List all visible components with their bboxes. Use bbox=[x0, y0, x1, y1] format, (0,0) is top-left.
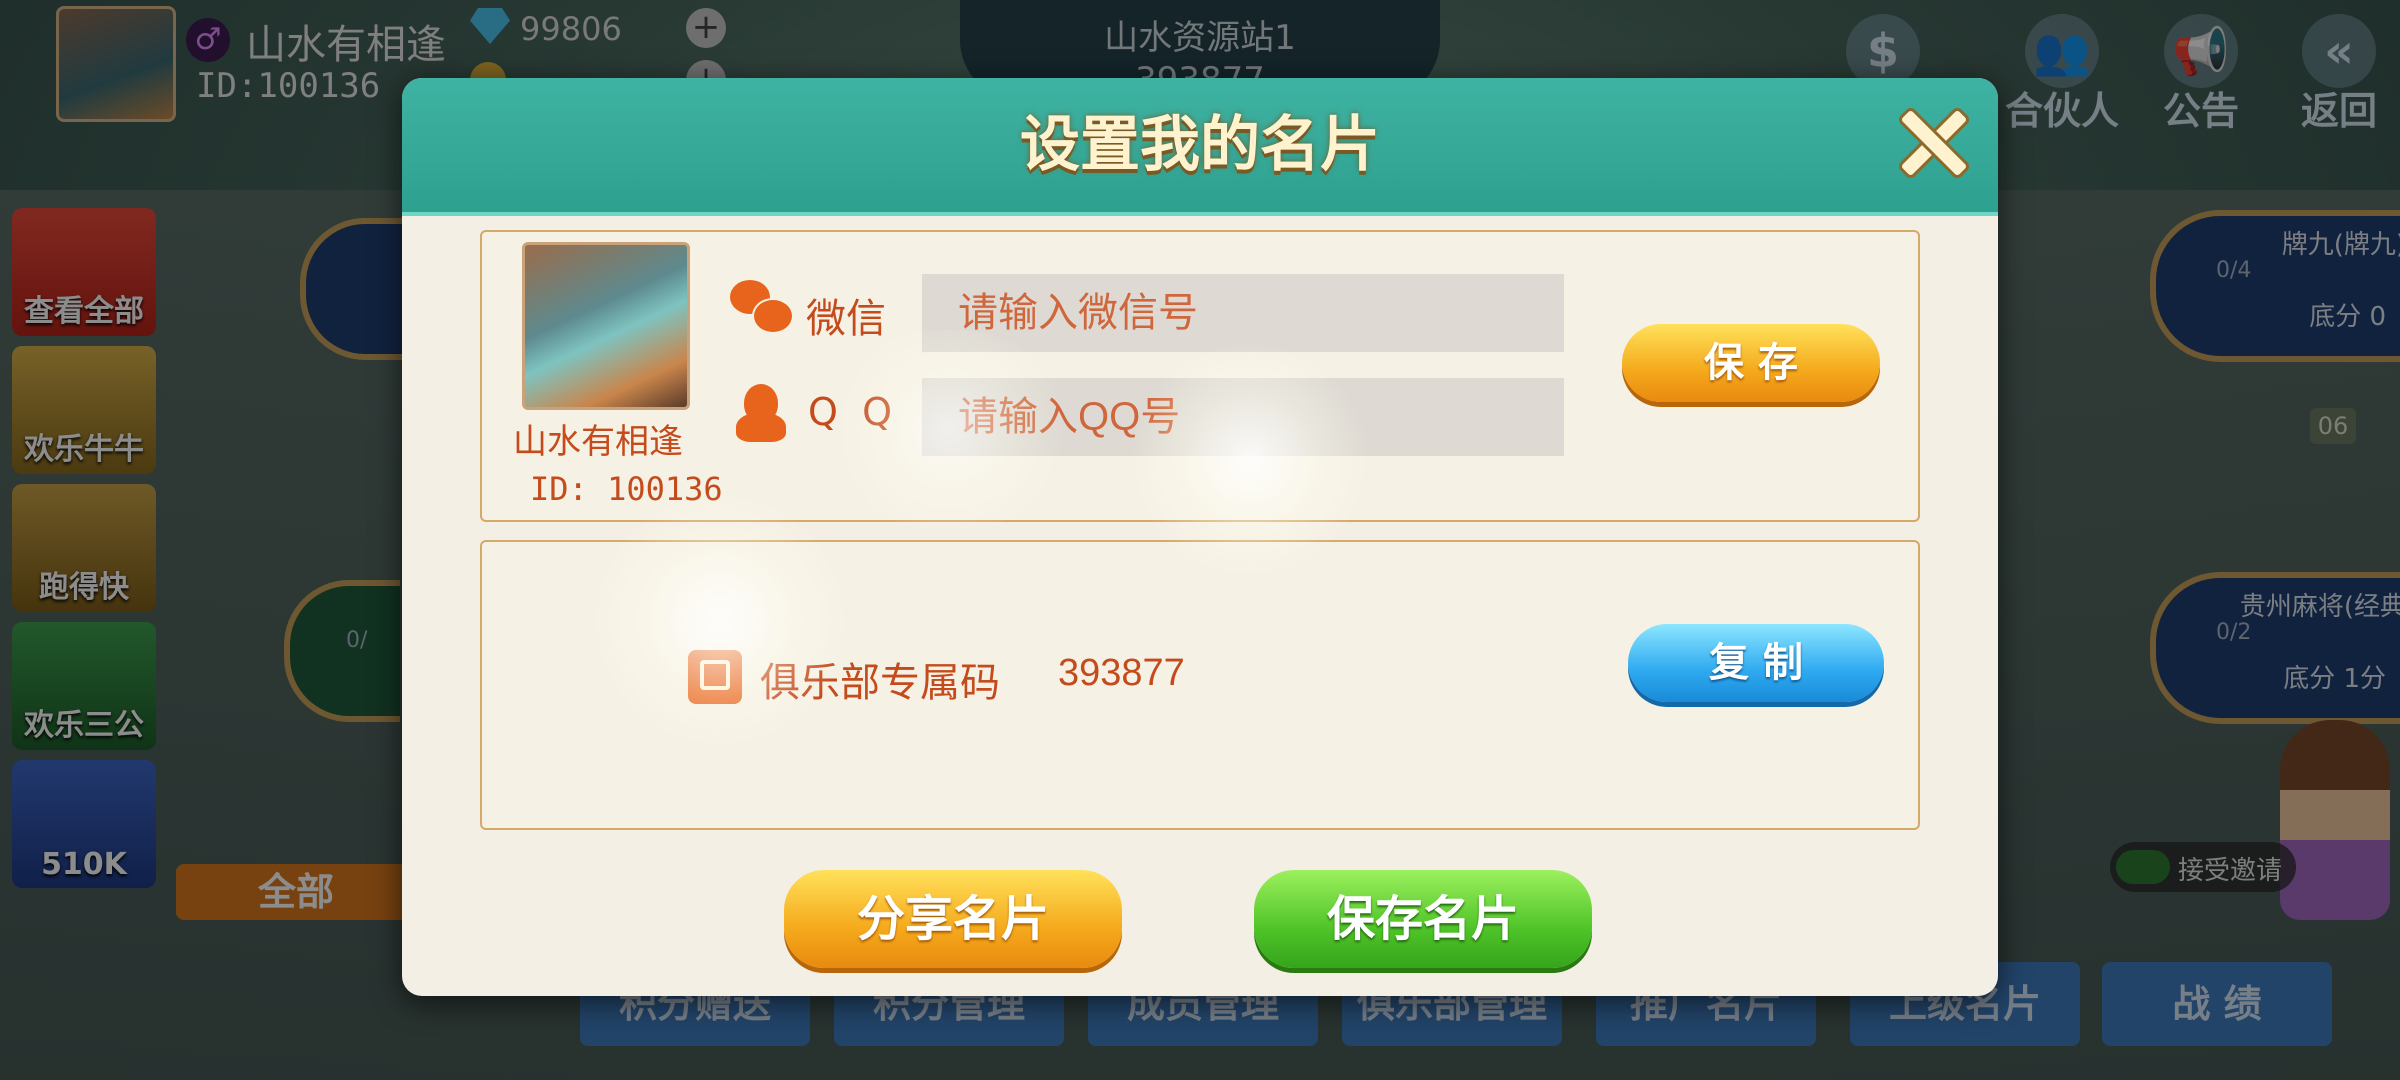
save-card-button[interactable]: 保存名片 bbox=[1254, 870, 1592, 968]
club-code-value: 393877 bbox=[1058, 652, 1185, 694]
business-card-dialog: 设置我的名片 bbox=[402, 78, 1998, 996]
wechat-icon bbox=[730, 280, 794, 336]
wechat-bubble bbox=[752, 298, 794, 334]
qq-icon bbox=[736, 384, 786, 444]
copy-code-button[interactable]: 复 制 bbox=[1628, 624, 1884, 702]
qr-code-icon bbox=[688, 650, 742, 704]
qq-input[interactable] bbox=[922, 378, 1564, 456]
wechat-label: 微信 bbox=[806, 296, 886, 342]
wechat-input[interactable] bbox=[922, 274, 1564, 352]
card-player-name: 山水有相逢 bbox=[513, 422, 683, 462]
qq-penguin-body bbox=[736, 412, 786, 442]
save-contact-button[interactable]: 保 存 bbox=[1622, 324, 1880, 402]
card-avatar bbox=[522, 242, 690, 410]
dialog-header: 设置我的名片 bbox=[402, 78, 1998, 216]
qq-label: Q Q bbox=[808, 390, 892, 434]
close-button[interactable] bbox=[1892, 100, 1972, 181]
qr-frame bbox=[700, 660, 730, 690]
club-code-label: 俱乐部专属码 bbox=[760, 660, 1000, 706]
share-card-button[interactable]: 分享名片 bbox=[784, 870, 1122, 968]
card-player-id: ID: 100136 bbox=[530, 470, 723, 508]
dialog-title: 设置我的名片 bbox=[1020, 110, 1380, 180]
